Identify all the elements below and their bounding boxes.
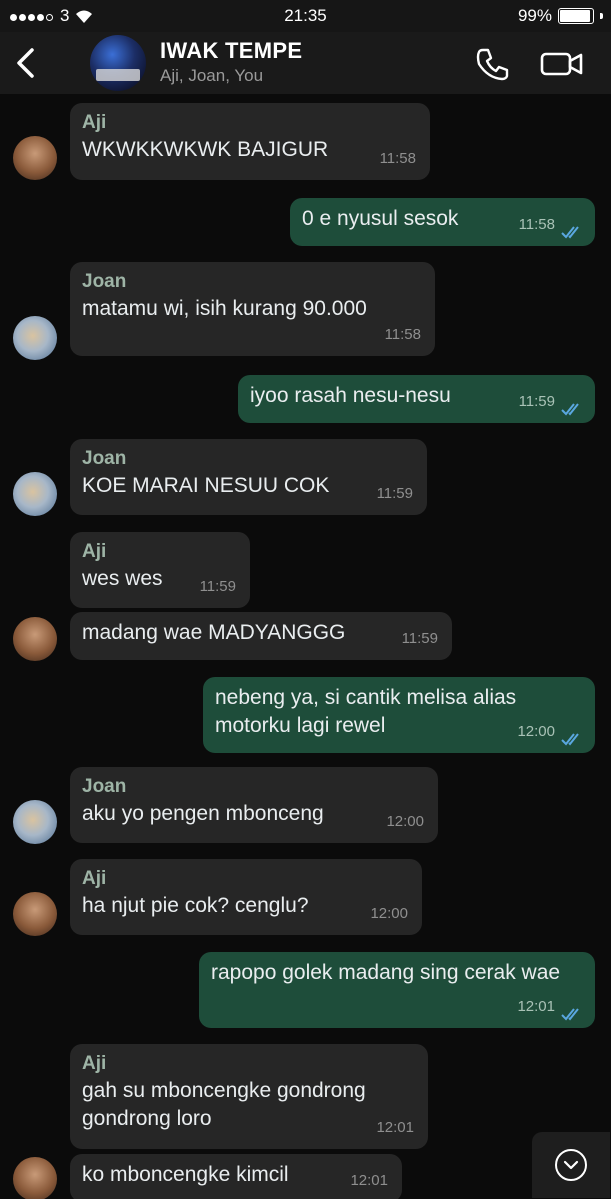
read-receipt-icon [561,403,579,416]
message-time: 12:01 [350,1172,388,1189]
avatar-joan[interactable] [13,316,57,360]
avatar-joan[interactable] [13,472,57,516]
sender-name: Aji [82,868,107,889]
read-receipt-icon [561,733,579,746]
message-time: 12:01 [517,998,555,1015]
scroll-to-bottom-button[interactable] [532,1132,610,1198]
message-incoming[interactable]: Aji ha njut pie cok? cenglu? 12:00 [70,859,422,935]
message-outgoing[interactable]: iyoo rasah nesu-nesu 11:59 [238,375,595,423]
sender-name: Joan [82,271,127,292]
chat-area[interactable]: Aji WKWKKWKWK BAJIGUR 11:58 0 e nyusul s… [0,94,611,1199]
battery-status: 99% [518,6,603,26]
avatar-aji[interactable] [13,1157,57,1199]
message-text: ko mboncengke kimcil [82,1163,289,1186]
message-incoming[interactable]: Aji wes wes 11:59 [70,532,250,608]
status-bar: 3 21:35 99% [0,0,611,32]
chevron-down-icon [555,1149,587,1181]
sender-name: Joan [82,776,127,797]
message-text: KOE MARAI NESUU COK [82,474,330,497]
message-time: 11:59 [518,393,555,410]
message-incoming[interactable]: madang wae MADYANGGG 11:59 [70,612,452,660]
avatar-aji[interactable] [13,617,57,661]
message-text: ha njut pie cok? cenglu? [82,894,309,917]
avatar-aji[interactable] [13,892,57,936]
message-incoming[interactable]: Aji gah su mboncengke gondrong gondrong … [70,1044,428,1149]
message-time: 12:00 [370,905,408,922]
message-text: matamu wi, isih kurang 90.000 [82,297,367,320]
message-text: madang wae MADYANGGG [82,621,346,644]
message-time: 11:58 [384,326,421,343]
group-title[interactable]: IWAK TEMPE [160,38,302,64]
sender-name: Aji [82,112,107,133]
message-incoming[interactable]: Joan aku yo pengen mbonceng 12:00 [70,767,438,843]
sender-name: Joan [82,448,127,469]
message-text: nebeng ya, si cantik melisa alias motork… [215,686,517,737]
message-time: 12:00 [517,723,555,740]
group-avatar[interactable] [90,35,146,91]
message-incoming[interactable]: Aji WKWKKWKWK BAJIGUR 11:58 [70,103,430,180]
message-text: gah su mboncengke gondrong gondrong loro [82,1079,366,1130]
message-incoming[interactable]: ko mboncengke kimcil 12:01 [70,1154,402,1199]
phone-call-icon[interactable] [474,46,510,82]
message-time: 11:58 [518,216,555,233]
chat-header: IWAK TEMPE Aji, Joan, You [0,32,611,94]
message-time: 11:59 [199,578,236,595]
message-text: WKWKKWKWK BAJIGUR [82,138,329,161]
sender-name: Aji [82,1053,107,1074]
message-outgoing[interactable]: rapopo golek madang sing cerak wae 12:01 [199,952,595,1028]
back-icon[interactable] [12,46,40,80]
avatar-joan[interactable] [13,800,57,844]
read-receipt-icon [561,226,579,239]
group-members[interactable]: Aji, Joan, You [160,66,263,86]
message-outgoing[interactable]: nebeng ya, si cantik melisa alias motork… [203,677,595,753]
message-time: 12:00 [386,813,424,830]
read-receipt-icon [561,1008,579,1021]
battery-icon [558,8,594,24]
message-time: 11:58 [379,150,416,167]
sender-name: Aji [82,541,107,562]
message-outgoing[interactable]: 0 e nyusul sesok 11:58 [290,198,595,246]
battery-percent: 99% [517,6,552,25]
message-text: rapopo golek madang sing cerak wae [211,961,561,984]
message-time: 11:59 [376,485,413,502]
video-call-icon[interactable] [540,48,584,80]
message-time: 12:01 [376,1119,414,1136]
message-time: 11:59 [401,630,438,647]
message-incoming[interactable]: Joan KOE MARAI NESUU COK 11:59 [70,439,427,515]
message-incoming[interactable]: Joan matamu wi, isih kurang 90.000 11:58 [70,262,435,356]
message-text: aku yo pengen mbonceng [82,802,324,825]
battery-cap-icon [600,13,603,19]
avatar-aji[interactable] [13,136,57,180]
